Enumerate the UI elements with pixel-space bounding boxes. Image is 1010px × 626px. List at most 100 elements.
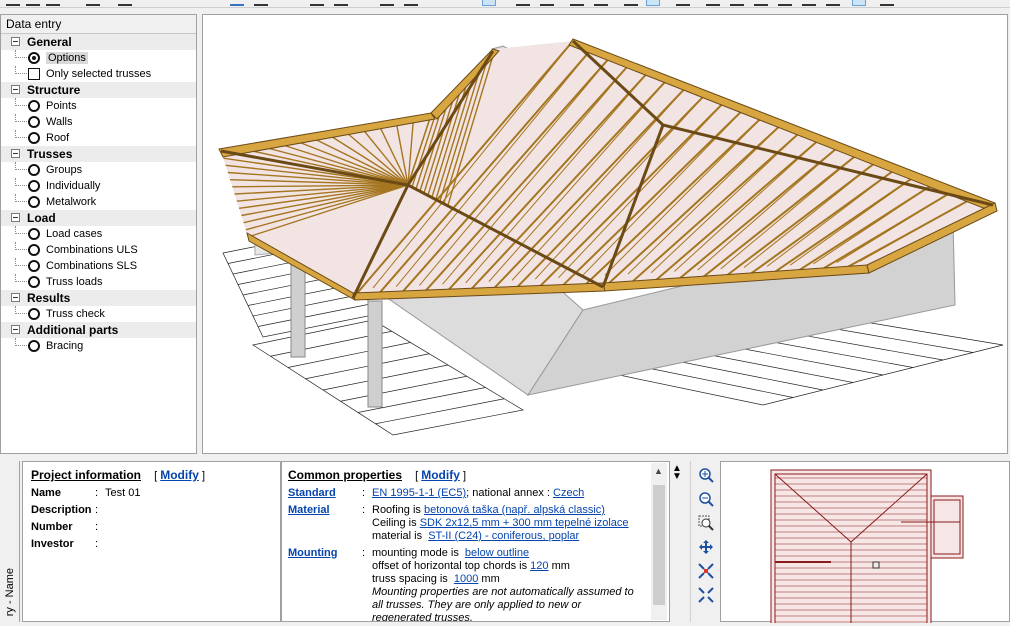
- snap-icon[interactable]: [570, 0, 584, 6]
- tree-item-load-cases[interactable]: Load cases: [1, 226, 196, 242]
- tree-item-roof[interactable]: Roof: [1, 130, 196, 146]
- zoom-out-icon[interactable]: [696, 489, 716, 509]
- spacing-value-link[interactable]: 1000: [454, 573, 478, 585]
- open-icon[interactable]: [26, 0, 40, 6]
- zoom-extents-icon[interactable]: [696, 561, 716, 581]
- radio-icon[interactable]: [28, 276, 40, 288]
- scroll-up-icon[interactable]: ▲: [654, 466, 663, 476]
- tree-item-only-selected-trusses[interactable]: Only selected trusses: [1, 66, 196, 82]
- collapse-icon[interactable]: [11, 85, 20, 94]
- tree-item-walls[interactable]: Walls: [1, 114, 196, 130]
- view-iso5-icon[interactable]: [826, 0, 840, 6]
- roof-plan-drawing[interactable]: [721, 462, 1010, 626]
- tree-group-additional-parts[interactable]: Additional parts: [1, 322, 196, 338]
- tree-item-points[interactable]: Points: [1, 98, 196, 114]
- roofing-link[interactable]: betonová taška (např. alpská classic): [424, 504, 605, 516]
- radio-icon[interactable]: [28, 100, 40, 112]
- view-3d-icon[interactable]: [482, 0, 496, 6]
- pan-icon[interactable]: [696, 537, 716, 557]
- radio-icon[interactable]: [28, 196, 40, 208]
- mounting-link[interactable]: Mounting: [288, 547, 337, 559]
- new-icon[interactable]: [6, 0, 20, 6]
- mounting-note-3: regenerated trusses.: [372, 612, 473, 622]
- tree-item-options[interactable]: Options: [1, 50, 196, 66]
- common-modify-link[interactable]: Modify: [421, 468, 460, 482]
- view-iso2-icon[interactable]: [754, 0, 768, 6]
- tree-item-label: Roof: [46, 132, 70, 144]
- annex-link[interactable]: Czech: [553, 487, 584, 499]
- plan-view[interactable]: [720, 461, 1010, 626]
- 3d-view[interactable]: [202, 14, 1008, 454]
- radio-icon[interactable]: [28, 132, 40, 144]
- radio-icon[interactable]: [28, 244, 40, 256]
- material-value-link[interactable]: ST-II (C24) - coniferous, poplar: [428, 530, 579, 542]
- render-icon[interactable]: [540, 0, 554, 6]
- view-iso1-icon[interactable]: [730, 0, 744, 6]
- collapse-icon[interactable]: [11, 325, 20, 334]
- collapse-icon[interactable]: [11, 149, 20, 158]
- settings-icon[interactable]: [852, 0, 866, 6]
- radio-icon[interactable]: [28, 260, 40, 272]
- collapse-icon[interactable]: [11, 37, 20, 46]
- radio-icon[interactable]: [28, 116, 40, 128]
- ceiling-link[interactable]: SDK 2x12,5 mm + 300 mm tepelné izolace: [420, 517, 629, 529]
- export-icon[interactable]: [118, 0, 132, 6]
- checkbox-icon[interactable]: [28, 68, 40, 80]
- panel-resize-arrows-icon[interactable]: ▲ ▼: [672, 464, 688, 485]
- truss-3d-model[interactable]: [203, 15, 1009, 455]
- help-icon[interactable]: [880, 0, 894, 6]
- tree-group-structure[interactable]: Structure: [1, 82, 196, 98]
- zoom-fit-icon[interactable]: [696, 585, 716, 605]
- collapse-icon[interactable]: [11, 213, 20, 222]
- radio-icon[interactable]: [28, 308, 40, 320]
- tree-item-individually[interactable]: Individually: [1, 178, 196, 194]
- collapse-icon[interactable]: [11, 293, 20, 302]
- undo-icon[interactable]: [230, 0, 244, 6]
- walls-icon[interactable]: [676, 0, 690, 6]
- select-icon[interactable]: [624, 0, 638, 6]
- view-iso4-icon[interactable]: [802, 0, 816, 6]
- radio-icon[interactable]: [28, 164, 40, 176]
- properties-scrollbar[interactable]: ▲: [651, 463, 667, 620]
- material-link[interactable]: Material: [288, 504, 330, 516]
- radio-icon[interactable]: [28, 340, 40, 352]
- view-side-icon[interactable]: [404, 0, 418, 6]
- scrollbar-thumb[interactable]: [653, 485, 665, 605]
- radio-icon[interactable]: [28, 52, 40, 64]
- tree-item-groups[interactable]: Groups: [1, 162, 196, 178]
- side-tab[interactable]: ry - Name: [0, 461, 20, 622]
- print-icon[interactable]: [86, 0, 100, 6]
- rotate-icon[interactable]: [646, 0, 660, 6]
- radio-icon[interactable]: [28, 228, 40, 240]
- tree-group-results[interactable]: Results: [1, 290, 196, 306]
- tree-item-combinations-sls[interactable]: Combinations SLS: [1, 258, 196, 274]
- tree-group-trusses[interactable]: Trusses: [1, 146, 196, 162]
- offset-value-link[interactable]: 120: [530, 560, 548, 572]
- project-modify-link[interactable]: Modify: [160, 468, 199, 482]
- zoom-in-icon[interactable]: [696, 465, 716, 485]
- view-iso3-icon[interactable]: [778, 0, 792, 6]
- tree-item-bracing[interactable]: Bracing: [1, 338, 196, 354]
- standard-value-link[interactable]: EN 1995-1-1 (EC5): [372, 487, 466, 499]
- tree-group-load[interactable]: Load: [1, 210, 196, 226]
- view-top-icon[interactable]: [706, 0, 720, 6]
- view-front-icon[interactable]: [380, 0, 394, 6]
- tree-item-combinations-uls[interactable]: Combinations ULS: [1, 242, 196, 258]
- layers-icon[interactable]: [516, 0, 530, 6]
- radio-icon[interactable]: [28, 180, 40, 192]
- tree-item-truss-loads[interactable]: Truss loads: [1, 274, 196, 290]
- zoom-out-toolbar-icon[interactable]: [334, 0, 348, 6]
- zoom-window-icon[interactable]: [696, 513, 716, 533]
- zoom-icon[interactable]: [310, 0, 324, 6]
- standard-link[interactable]: Standard: [288, 487, 336, 499]
- mounting-mode-link[interactable]: below outline: [465, 547, 529, 559]
- redo-icon[interactable]: [254, 0, 268, 6]
- data-entry-tree: General Options Only selected trusses Struc…: [1, 34, 196, 354]
- save-icon[interactable]: [46, 0, 60, 6]
- tree-item-truss-check[interactable]: Truss check: [1, 306, 196, 322]
- tree-item-label: Truss check: [46, 308, 105, 320]
- tree-group-general[interactable]: General: [1, 34, 196, 50]
- tree-item-label: Load cases: [46, 228, 103, 240]
- tree-item-metalwork[interactable]: Metalwork: [1, 194, 196, 210]
- grid-icon[interactable]: [594, 0, 608, 6]
